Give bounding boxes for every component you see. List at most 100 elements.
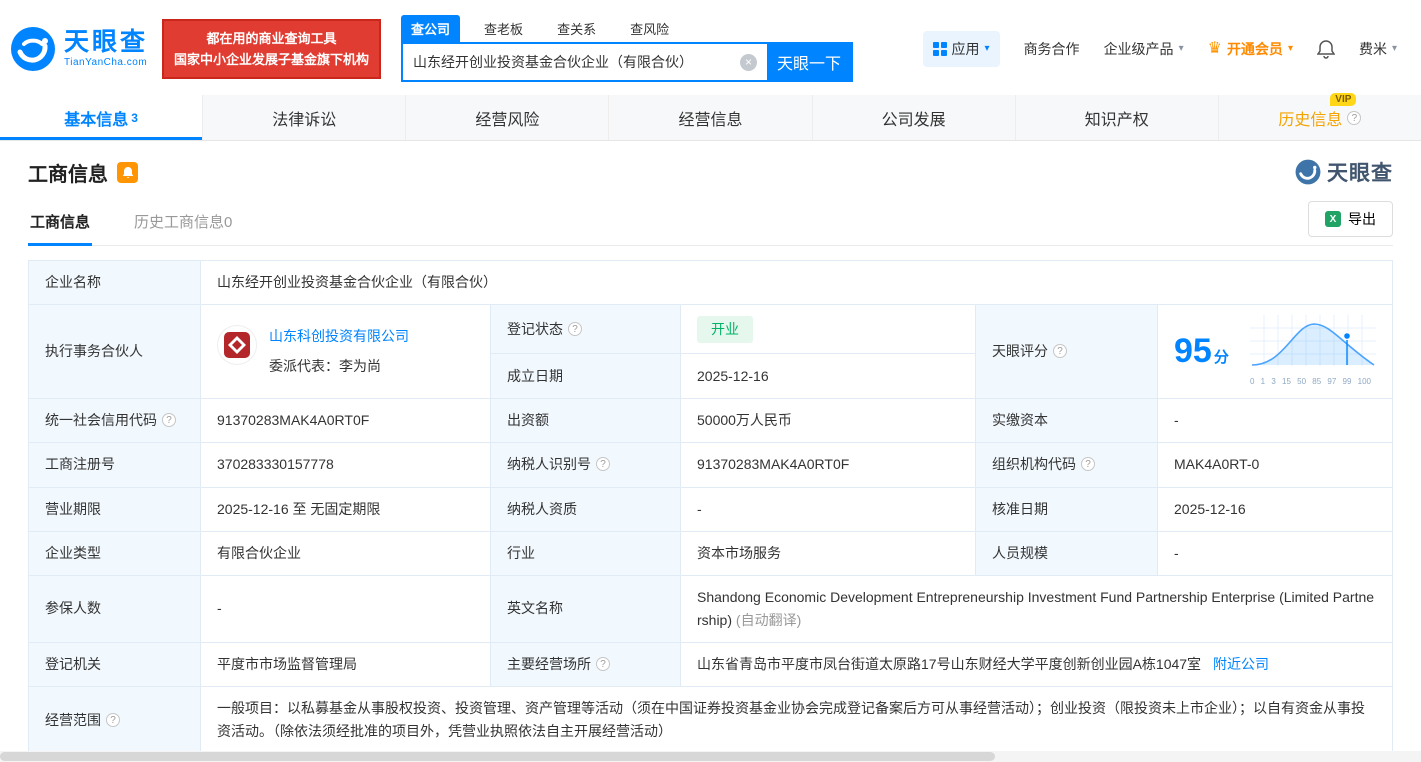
nearby-companies-link[interactable]: 附近公司 bbox=[1213, 656, 1269, 672]
search-tab-boss[interactable]: 查老板 bbox=[474, 15, 533, 42]
label-business-address: 主要经营场所? bbox=[491, 642, 681, 686]
label-staff-scale: 人员规模 bbox=[976, 531, 1158, 575]
value-established-date: 2025-12-16 bbox=[681, 354, 976, 399]
label-tianyan-score: 天眼评分? bbox=[976, 305, 1158, 399]
tab-company-development[interactable]: 公司发展 bbox=[812, 95, 1015, 140]
help-icon[interactable]: ? bbox=[1081, 457, 1095, 471]
partner-representative: 委派代表：李为尚 bbox=[269, 355, 409, 378]
tianyancha-company-page: 天眼查 TianYanCha.com 都在用的商业查询工具 国家中小企业发展子基… bbox=[0, 0, 1421, 762]
value-registration-authority: 平度市市场监督管理局 bbox=[201, 642, 491, 686]
tianyancha-logo-icon bbox=[10, 26, 56, 72]
label-insured-count: 参保人数 bbox=[29, 575, 201, 642]
tab-operating-risk[interactable]: 经营风险 bbox=[405, 95, 608, 140]
company-nav-tabs: 基本信息 3 法律诉讼 经营风险 经营信息 公司发展 知识产权 历史信息 VIP… bbox=[0, 95, 1421, 141]
label-credit-code-text: 统一社会信用代码 bbox=[45, 412, 157, 428]
tab-history-info[interactable]: 历史信息 VIP ? bbox=[1218, 95, 1421, 140]
help-icon[interactable]: ? bbox=[1053, 344, 1067, 358]
search-button[interactable]: 天眼一下 bbox=[767, 44, 851, 80]
enterprise-product-label: 企业级产品 bbox=[1104, 39, 1174, 59]
value-english-name: Shandong Economic Development Entreprene… bbox=[681, 575, 1393, 642]
value-tianyan-score: 95分 bbox=[1158, 305, 1393, 399]
horizontal-scrollbar[interactable] bbox=[0, 751, 1421, 762]
value-approve-date: 2025-12-16 bbox=[1158, 487, 1393, 531]
row-registration-number: 工商注册号 370283330157778 纳税人识别号? 91370283MA… bbox=[29, 443, 1393, 487]
value-credit-code: 91370283MAK4A0RT0F bbox=[201, 399, 491, 443]
label-taxpayer-id-text: 纳税人识别号 bbox=[507, 456, 591, 472]
score-cell: 95分 bbox=[1174, 315, 1376, 388]
partner-company-link[interactable]: 山东科创投资有限公司 bbox=[269, 328, 409, 344]
value-insured-count: - bbox=[201, 575, 491, 642]
label-registration-authority: 登记机关 bbox=[29, 642, 201, 686]
menu-cooperation[interactable]: 商务合作 bbox=[1024, 39, 1080, 59]
help-icon[interactable]: ? bbox=[568, 322, 582, 336]
open-vip-label: 开通会员 bbox=[1227, 39, 1283, 59]
label-approve-date: 核准日期 bbox=[976, 487, 1158, 531]
menu-open-vip[interactable]: ♛ 开通会员 ▾ bbox=[1208, 39, 1293, 59]
score-chart: 0 1 3 15 50 85 97 99 100 bbox=[1250, 315, 1376, 388]
search-tabs: 查公司 查老板 查关系 查风险 bbox=[401, 15, 853, 42]
label-paid-capital-text: 实缴资本 bbox=[992, 412, 1048, 428]
monitor-bell-icon[interactable] bbox=[117, 162, 138, 183]
label-registration-status: 登记状态? bbox=[491, 305, 681, 354]
tab-basic-info[interactable]: 基本信息 3 bbox=[0, 95, 202, 140]
search-tab-relation[interactable]: 查关系 bbox=[547, 15, 606, 42]
english-name-note: (自动翻译) bbox=[736, 612, 801, 628]
user-menu[interactable]: 费米 ▾ bbox=[1359, 39, 1397, 59]
main-content: 工商信息 天眼查 工商信息 历史工商信息0 X 导出 bbox=[0, 141, 1421, 754]
label-org-code: 组织机构代码? bbox=[976, 443, 1158, 487]
value-business-address: 山东省青岛市平度市凤台街道太原路17号山东财经大学平度创新创业园A栋1047室 … bbox=[681, 642, 1393, 686]
search-input[interactable] bbox=[403, 44, 730, 80]
tab-operating-risk-label: 经营风险 bbox=[475, 106, 539, 130]
username-label: 费米 bbox=[1359, 39, 1387, 59]
label-executive-partner: 执行事务合伙人 bbox=[29, 305, 201, 399]
score-number: 95分 bbox=[1174, 334, 1229, 369]
label-business-scope: 经营范围? bbox=[29, 687, 201, 754]
chevron-down-icon: ▾ bbox=[1288, 43, 1293, 54]
label-company-type-text: 企业类型 bbox=[45, 545, 101, 561]
value-taxpayer-quality: - bbox=[681, 487, 976, 531]
search-area: 查公司 查老板 查关系 查风险 × 天眼一下 bbox=[401, 15, 853, 82]
value-company-name: 山东经开创业投资基金合伙企业（有限合伙） bbox=[201, 261, 1393, 305]
value-paid-capital: - bbox=[1158, 399, 1393, 443]
horizontal-scrollbar-thumb[interactable] bbox=[0, 752, 995, 761]
menu-enterprise-product[interactable]: 企业级产品 ▾ bbox=[1104, 39, 1184, 59]
address-text: 山东省青岛市平度市凤台街道太原路17号山东财经大学平度创新创业园A栋1047室 bbox=[697, 656, 1201, 672]
apps-menu[interactable]: 应用 ▾ bbox=[923, 31, 1000, 67]
help-icon[interactable]: ? bbox=[162, 413, 176, 427]
tianyancha-logo[interactable]: 天眼查 TianYanCha.com bbox=[10, 26, 148, 72]
value-registration-number: 370283330157778 bbox=[201, 443, 491, 487]
search-tab-risk[interactable]: 查风险 bbox=[620, 15, 679, 42]
logo-title: 天眼查 bbox=[64, 29, 148, 57]
partner-cell: 山东科创投资有限公司 委派代表：李为尚 bbox=[217, 325, 474, 378]
row-credit-code: 统一社会信用代码? 91370283MAK4A0RT0F 出资额 50000万人… bbox=[29, 399, 1393, 443]
tab-basic-info-count: 3 bbox=[131, 111, 138, 125]
label-org-code-text: 组织机构代码 bbox=[992, 456, 1076, 472]
tab-operating-info[interactable]: 经营信息 bbox=[608, 95, 811, 140]
clear-search-icon[interactable]: × bbox=[740, 54, 757, 71]
label-registration-authority-text: 登记机关 bbox=[45, 656, 101, 672]
tab-intellectual-property[interactable]: 知识产权 bbox=[1015, 95, 1218, 140]
status-badge: 开业 bbox=[697, 316, 753, 343]
subtab-business-info[interactable]: 工商信息 bbox=[28, 199, 92, 245]
row-insured-english: 参保人数 - 英文名称 Shandong Economic Developmen… bbox=[29, 575, 1393, 642]
section-title: 工商信息 bbox=[28, 158, 108, 187]
help-icon[interactable]: ? bbox=[596, 457, 610, 471]
tab-legal-litigation[interactable]: 法律诉讼 bbox=[202, 95, 405, 140]
subtab-history-business-info[interactable]: 历史工商信息0 bbox=[132, 199, 234, 245]
score-unit: 分 bbox=[1214, 349, 1229, 366]
label-industry: 行业 bbox=[491, 531, 681, 575]
partner-company-logo bbox=[217, 325, 257, 365]
cooperation-label: 商务合作 bbox=[1024, 39, 1080, 59]
help-icon[interactable]: ? bbox=[1347, 111, 1361, 125]
help-icon[interactable]: ? bbox=[106, 713, 120, 727]
notification-bell-icon[interactable] bbox=[1317, 39, 1335, 59]
search-tab-company[interactable]: 查公司 bbox=[401, 15, 460, 42]
value-business-scope: 一般项目：以私募基金从事股权投资、投资管理、资产管理等活动（须在中国证券投资基金… bbox=[201, 687, 1393, 754]
value-taxpayer-id: 91370283MAK4A0RT0F bbox=[681, 443, 976, 487]
chevron-down-icon: ▾ bbox=[985, 43, 990, 54]
help-icon[interactable]: ? bbox=[596, 657, 610, 671]
tab-legal-litigation-label: 法律诉讼 bbox=[272, 106, 336, 130]
promo-banner-line2: 国家中小企业发展子基金旗下机构 bbox=[174, 49, 369, 70]
apps-grid-icon bbox=[933, 42, 947, 56]
export-button[interactable]: X 导出 bbox=[1308, 201, 1393, 237]
